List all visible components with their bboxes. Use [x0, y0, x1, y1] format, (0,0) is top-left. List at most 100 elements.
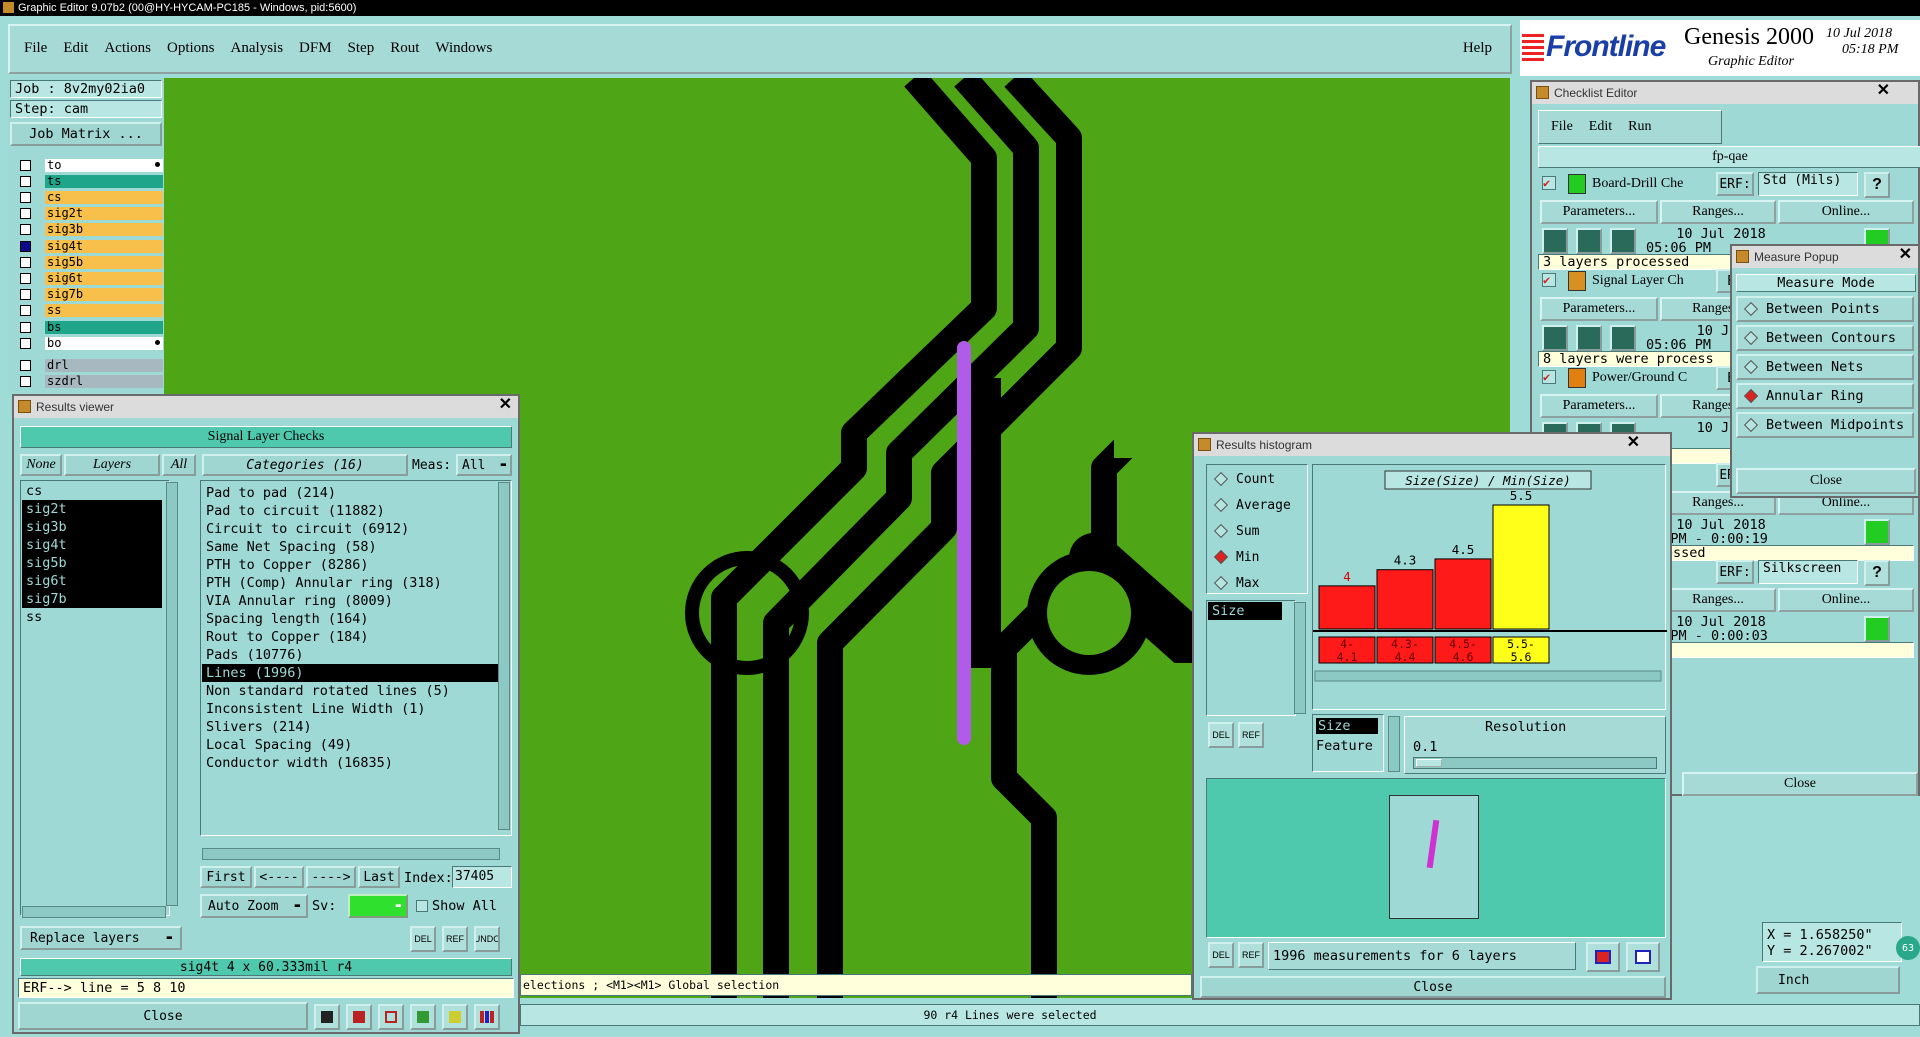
inspect-icon[interactable]: [1864, 616, 1890, 642]
replace-layers-select[interactable]: Replace layers ▬: [20, 926, 182, 950]
result-layer-item[interactable]: sig3b: [22, 518, 162, 536]
radio-icon[interactable]: [1213, 497, 1229, 513]
histogram-mode-option[interactable]: Min: [1208, 544, 1308, 570]
radio-icon[interactable]: [1743, 388, 1759, 404]
layer-row[interactable]: sig5b: [20, 255, 163, 269]
histogram-icon[interactable]: [474, 1004, 500, 1030]
histogram-mode-option[interactable]: Average: [1208, 492, 1308, 518]
category-item[interactable]: Non standard rotated lines (5): [202, 682, 498, 700]
layer-checkbox[interactable]: [20, 272, 31, 284]
close-icon[interactable]: ✕: [1627, 432, 1640, 452]
parameters-button[interactable]: Parameters...: [1540, 200, 1658, 224]
layer-label[interactable]: bo: [45, 336, 163, 350]
category-item[interactable]: Inconsistent Line Width (1): [202, 700, 498, 718]
layer-label[interactable]: sig2t: [45, 207, 163, 221]
category-item[interactable]: Local Spacing (49): [202, 736, 498, 754]
close-icon[interactable]: ✕: [1877, 80, 1890, 100]
close-icon[interactable]: ✕: [499, 394, 512, 414]
layer-label[interactable]: sig3b: [45, 223, 163, 237]
radio-icon[interactable]: [1743, 417, 1759, 433]
layer-checkbox[interactable]: [20, 256, 31, 268]
histogram-mode-option[interactable]: Count: [1208, 466, 1308, 492]
job-matrix-button[interactable]: Job Matrix ...: [10, 122, 162, 146]
close-icon[interactable]: ✕: [1899, 244, 1912, 264]
menu-step[interactable]: Step: [348, 40, 375, 57]
first-button[interactable]: First: [200, 866, 252, 888]
toolbar-icon-3[interactable]: [378, 1004, 404, 1030]
histogram-bar[interactable]: [1318, 585, 1376, 630]
layer-row[interactable]: ss: [20, 304, 163, 318]
run-icon[interactable]: [1542, 228, 1568, 254]
category-item[interactable]: VIA Annular ring (8009): [202, 592, 498, 610]
layer-checkbox[interactable]: [20, 359, 31, 371]
layer-label[interactable]: bs: [45, 320, 163, 334]
layer-row[interactable]: bs: [20, 320, 163, 334]
histogram-bar[interactable]: [1376, 569, 1434, 630]
check-enabled-icon[interactable]: ✔: [1542, 176, 1556, 190]
ranges-button[interactable]: Ranges...: [1660, 588, 1776, 612]
toolbar-icon-1[interactable]: [314, 1004, 340, 1030]
toolbar-icon-4[interactable]: [410, 1004, 436, 1030]
close-button[interactable]: Close: [18, 1002, 308, 1030]
del-icon[interactable]: DEL: [410, 926, 436, 952]
layer-label[interactable]: drl: [45, 358, 163, 372]
layer-checkbox[interactable]: [20, 224, 31, 236]
category-item[interactable]: Spacing length (164): [202, 610, 498, 628]
histogram-bar[interactable]: [1492, 504, 1550, 630]
erf-value[interactable]: Silkscreen: [1758, 560, 1858, 584]
help-icon[interactable]: ?: [1864, 172, 1890, 198]
measure-mode-option[interactable]: Between Points: [1736, 296, 1914, 322]
radio-icon[interactable]: [1213, 471, 1229, 487]
next-button[interactable]: ---->: [306, 866, 356, 888]
unit-select[interactable]: Inch: [1756, 966, 1900, 994]
parameters-button[interactable]: Parameters...: [1540, 297, 1658, 321]
measure-mode-option[interactable]: Annular Ring: [1736, 383, 1914, 409]
size-feature-scrollbar[interactable]: [1388, 716, 1400, 772]
sv-color-select[interactable]: ▬: [348, 894, 408, 918]
radio-icon[interactable]: [1743, 301, 1759, 317]
layer-checkbox[interactable]: [20, 305, 31, 317]
histogram-mode-option[interactable]: Max: [1208, 570, 1308, 596]
layer-checkbox[interactable]: [20, 191, 31, 203]
check-name[interactable]: Board-Drill Che: [1592, 176, 1683, 192]
zoom-in-icon[interactable]: [1586, 942, 1620, 972]
layers-button[interactable]: Layers: [64, 454, 160, 476]
layer-checkbox[interactable]: [20, 375, 31, 387]
menu-file[interactable]: File: [24, 40, 47, 57]
online-button[interactable]: Online...: [1778, 588, 1914, 612]
category-item[interactable]: PTH (Comp) Annular ring (318): [202, 574, 498, 592]
layer-checkbox[interactable]: [20, 337, 31, 349]
result-layer-item[interactable]: sig2t: [22, 500, 162, 518]
layer-row[interactable]: drl: [20, 358, 163, 372]
layer-row[interactable]: szdrl: [20, 374, 163, 388]
menu-dfm[interactable]: DFM: [299, 40, 332, 57]
layer-checkbox[interactable]: [20, 175, 31, 187]
checklist-close-button[interactable]: Close: [1682, 772, 1918, 796]
prev-button[interactable]: <----: [254, 866, 304, 888]
measure-mode-option[interactable]: Between Contours: [1736, 325, 1914, 351]
categories-hscrollbar[interactable]: [202, 848, 500, 860]
measure-mode-option[interactable]: Between Nets: [1736, 354, 1914, 380]
category-item[interactable]: Pad to circuit (11882): [202, 502, 498, 520]
meas-select[interactable]: All ▬: [456, 454, 512, 476]
zoom-out-icon[interactable]: [1626, 942, 1660, 972]
slider-thumb[interactable]: [1416, 759, 1442, 767]
check-name[interactable]: Power/Ground C: [1592, 370, 1687, 386]
layer-label[interactable]: sig7b: [45, 288, 163, 302]
check-name[interactable]: Signal Layer Ch: [1592, 273, 1684, 289]
layer-label[interactable]: cs: [45, 190, 163, 204]
del-icon[interactable]: DEL: [1208, 722, 1234, 748]
category-item[interactable]: Conductor width (16835): [202, 754, 498, 772]
run-icon[interactable]: [1542, 325, 1568, 351]
ref-icon[interactable]: REF: [1238, 722, 1264, 748]
check-enabled-icon[interactable]: ✔: [1542, 370, 1556, 384]
histogram-close-button[interactable]: Close: [1200, 976, 1666, 998]
undo-icon[interactable]: UNDO: [474, 926, 500, 952]
category-item[interactable]: PTH to Copper (8286): [202, 556, 498, 574]
measure-close-button[interactable]: Close: [1736, 468, 1916, 494]
layer-checkbox[interactable]: [20, 240, 31, 252]
layer-list-hscrollbar[interactable]: [22, 906, 166, 918]
layer-row[interactable]: to: [20, 158, 163, 172]
chart-scrollbar[interactable]: [1314, 670, 1662, 682]
histogram-list-scrollbar[interactable]: [1294, 602, 1306, 714]
